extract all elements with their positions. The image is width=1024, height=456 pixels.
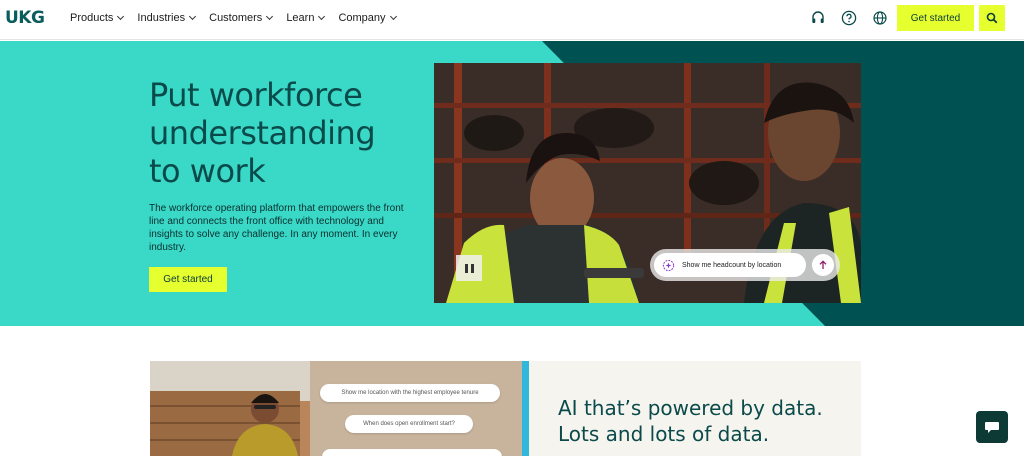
hero-title-line: to work: [149, 152, 266, 190]
nav-industries[interactable]: Industries: [137, 12, 197, 24]
header-search-button[interactable]: [979, 5, 1005, 31]
globe-icon[interactable]: [872, 10, 888, 26]
nav-label: Learn: [286, 12, 315, 24]
ukg-logo[interactable]: UKG: [5, 8, 45, 28]
ai-suggestion-bubble[interactable]: [322, 449, 502, 456]
accent-stripe: [522, 361, 529, 456]
chat-icon: [985, 422, 999, 433]
help-icon[interactable]: [841, 10, 857, 26]
ai-feature-image: Show me location with the highest employ…: [150, 361, 522, 456]
hero-subtitle: The workforce operating platform that em…: [149, 203, 404, 253]
chevron-down-icon: [117, 12, 125, 21]
ai-feature-title-line: AI that’s powered by data.: [558, 396, 823, 420]
hero-get-started-button[interactable]: Get started: [149, 267, 227, 292]
ai-feature-title-line: Lots and lots of data.: [558, 422, 770, 446]
search-icon: [986, 12, 998, 24]
hero-title: Put workforce understanding to work: [149, 76, 409, 190]
pause-icon: [470, 263, 474, 273]
pause-icon: [464, 263, 468, 273]
nav-label: Customers: [209, 12, 263, 24]
employee-photo: [150, 361, 522, 456]
arrow-up-icon: [819, 260, 827, 269]
header-get-started-button[interactable]: Get started: [897, 5, 974, 31]
nav-company[interactable]: Company: [338, 12, 397, 24]
nav-customers[interactable]: Customers: [209, 12, 274, 24]
ai-feature-title: AI that’s powered by data. Lots and lots…: [558, 395, 858, 447]
headset-icon[interactable]: [810, 10, 826, 26]
ai-feature-panel: AI that’s powered by data. Lots and lots…: [529, 361, 861, 456]
nav-label: Products: [70, 12, 114, 24]
ai-suggestion-bubble[interactable]: When does open enrollment start?: [345, 415, 473, 433]
hero-title-line: Put workforce: [149, 76, 363, 114]
hero-section: Put workforce understanding to work The …: [0, 41, 1024, 326]
nav-label: Industries: [137, 12, 186, 24]
ai-prompt-text: Show me headcount by location: [682, 261, 782, 269]
ai-send-button[interactable]: [812, 254, 834, 276]
ai-prompt-field: Show me headcount by location: [654, 253, 806, 277]
chevron-down-icon: [318, 12, 326, 21]
video-pause-button[interactable]: [456, 255, 482, 281]
nav-products[interactable]: Products: [70, 12, 125, 24]
chevron-down-icon: [189, 12, 197, 21]
hero-title-line: understanding: [149, 114, 376, 152]
ai-prompt-pill: Show me headcount by location: [650, 249, 840, 281]
ai-sparkle-icon: [662, 259, 675, 272]
site-header: UKG Products Industries Customers Learn …: [0, 0, 1024, 40]
chevron-down-icon: [389, 12, 397, 21]
main-nav: Products Industries Customers Learn Comp…: [70, 12, 397, 24]
ai-suggestion-bubble[interactable]: Show me location with the highest employ…: [320, 384, 500, 402]
nav-label: Company: [338, 12, 386, 24]
chat-button[interactable]: [976, 411, 1008, 443]
nav-learn[interactable]: Learn: [286, 12, 326, 24]
hero-video[interactable]: Show me headcount by location: [434, 63, 861, 303]
chevron-down-icon: [266, 12, 274, 21]
